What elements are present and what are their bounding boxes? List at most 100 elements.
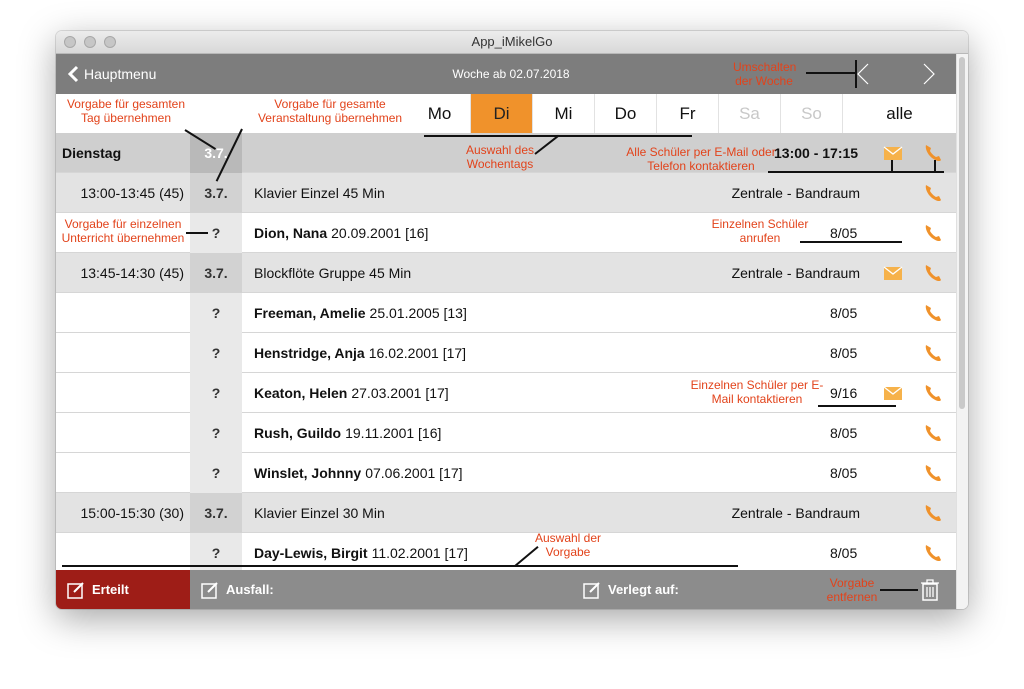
phone-icon <box>925 225 941 242</box>
student-details: 27.03.2001 [17] <box>351 385 449 401</box>
envelope-icon <box>883 146 903 160</box>
scrollbar-thumb[interactable] <box>959 57 965 409</box>
annotation-line <box>891 160 893 172</box>
phone-icon <box>925 545 941 562</box>
student-info: Freeman, Amelie 25.01.2005 [13] <box>254 293 467 333</box>
navigation-bar: Hauptmenu Woche ab 02.07.2018 <box>56 54 956 94</box>
event-default-button[interactable]: 3.7. <box>190 253 242 293</box>
lesson-default-button[interactable]: ? <box>190 413 242 453</box>
tab-alle[interactable]: alle <box>842 94 956 133</box>
student-row[interactable]: ? Day-Lewis, Birgit 11.02.2001 [17] 8/05 <box>56 533 956 573</box>
annotation-line <box>186 232 208 234</box>
lesson-default-button[interactable]: ? <box>190 533 242 573</box>
phone-icon <box>925 265 941 282</box>
annotation-auswahl-wochentag: Auswahl des Wochentags <box>465 143 535 171</box>
lesson-default-button[interactable]: ? <box>190 293 242 333</box>
phone-button[interactable] <box>922 462 944 484</box>
phone-button[interactable] <box>922 382 944 404</box>
lesson-time <box>56 333 190 373</box>
student-name: Dion, Nana <box>254 225 328 241</box>
student-row[interactable]: ? Winslet, Johnny 07.06.2001 [17] 8/05 <box>56 453 956 493</box>
student-name: Winslet, Johnny <box>254 465 362 481</box>
annotation-line <box>818 405 896 407</box>
erteilt-button[interactable]: Erteilt <box>56 570 190 609</box>
annotation-vorgabe-entfernen: Vorgabe entfernen <box>826 576 878 604</box>
phone-icon <box>925 345 941 362</box>
lesson-group-row[interactable]: 13:45-14:30 (45) 3.7. Blockflöte Gruppe 45… <box>56 253 956 293</box>
lesson-time <box>56 453 190 493</box>
trash-icon <box>921 579 939 601</box>
mail-button[interactable] <box>882 382 904 404</box>
envelope-icon <box>883 386 903 400</box>
back-button[interactable]: Hauptmenu <box>66 54 156 94</box>
tab-sa[interactable]: Sa <box>718 94 780 133</box>
student-value: 8/05 <box>830 225 858 241</box>
student-name: Rush, Guildo <box>254 425 342 441</box>
phone-icon <box>925 385 941 402</box>
annotation-vorgabe-tag: Vorgabe für gesamten Tag übernehmen <box>66 97 186 125</box>
chevron-right-icon <box>923 63 935 85</box>
tab-do[interactable]: Do <box>594 94 656 133</box>
annotation-vorgabe-einzeln: Vorgabe für einzelnen Unterricht überneh… <box>61 217 185 245</box>
lesson-group-row[interactable]: 13:00-13:45 (45) 3.7. Klavier Einzel 45 Mi… <box>56 173 956 213</box>
student-name: Day-Lewis, Birgit <box>254 545 368 561</box>
tab-fr[interactable]: Fr <box>656 94 718 133</box>
lesson-group-row[interactable]: 15:00-15:30 (30) 3.7. Klavier Einzel 30 Mi… <box>56 493 956 533</box>
phone-icon <box>925 465 941 482</box>
phone-button[interactable] <box>922 342 944 364</box>
lesson-default-button[interactable]: ? <box>190 333 242 373</box>
event-default-button[interactable]: 3.7. <box>190 493 242 533</box>
mail-button[interactable] <box>882 262 904 284</box>
student-value: 8/05 <box>830 425 858 441</box>
phone-icon <box>925 305 941 322</box>
ausfall-button[interactable]: Ausfall: <box>200 570 400 609</box>
window-title: App_iMikelGo <box>471 34 553 49</box>
student-row[interactable]: ? Freeman, Amelie 25.01.2005 [13] 8/05 <box>56 293 956 333</box>
student-info: Henstridge, Anja 16.02.2001 [17] <box>254 333 466 373</box>
lesson-location: Zentrale - Bandraum <box>731 265 860 281</box>
student-info: Rush, Guildo 19.11.2001 [16] <box>254 413 441 453</box>
mail-all-button[interactable] <box>882 142 904 164</box>
lesson-time: 13:00-13:45 (45) <box>80 185 184 201</box>
lesson-time <box>56 373 190 413</box>
annotation-alle-schueler: Alle Schüler per E-Mail oder Telefon kon… <box>626 145 776 173</box>
delete-button[interactable] <box>920 579 940 601</box>
phone-icon <box>925 185 941 202</box>
lesson-title: Klavier Einzel 30 Min <box>254 505 385 521</box>
annotation-line <box>806 72 856 74</box>
phone-button[interactable] <box>922 222 944 244</box>
lesson-time <box>56 293 190 333</box>
chevron-left-icon <box>67 65 79 83</box>
student-value: 9/16 <box>830 385 858 401</box>
next-week-button[interactable] <box>916 62 940 86</box>
tab-di[interactable]: Di <box>470 94 532 133</box>
phone-button[interactable] <box>922 262 944 284</box>
verlegt-button[interactable]: Verlegt auf: <box>582 570 782 609</box>
student-row[interactable]: ? Henstridge, Anja 16.02.2001 [17] 8/05 <box>56 333 956 373</box>
tab-so[interactable]: So <box>780 94 842 133</box>
phone-button[interactable] <box>922 542 944 564</box>
annotation-einzelnen-anrufen: Einzelnen Schüler anrufen <box>711 217 809 245</box>
lesson-title: Blockflöte Gruppe 45 Min <box>254 265 412 281</box>
phone-button[interactable] <box>922 182 944 204</box>
student-row[interactable]: ? Rush, Guildo 19.11.2001 [16] 8/05 <box>56 413 956 453</box>
phone-button[interactable] <box>922 502 944 524</box>
edit-icon <box>201 582 218 599</box>
annotation-line <box>855 60 857 88</box>
student-info: Winslet, Johnny 07.06.2001 [17] <box>254 453 463 493</box>
tab-mi[interactable]: Mi <box>532 94 594 133</box>
student-name: Keaton, Helen <box>254 385 348 401</box>
phone-button[interactable] <box>922 302 944 324</box>
annotation-vorgabe-veranstaltung: Vorgabe für gesamte Veranstaltung überne… <box>257 97 403 125</box>
tab-mo[interactable]: Mo <box>409 94 470 133</box>
titlebar: App_iMikelGo <box>56 31 968 54</box>
back-label: Hauptmenu <box>84 66 157 82</box>
student-name: Freeman, Amelie <box>254 305 366 321</box>
lesson-default-button[interactable]: ? <box>190 373 242 413</box>
lesson-default-button[interactable]: ? <box>190 453 242 493</box>
phone-all-button[interactable] <box>922 142 944 164</box>
lesson-time <box>56 533 190 573</box>
phone-button[interactable] <box>922 422 944 444</box>
week-label: Woche ab 02.07.2018 <box>452 67 570 81</box>
lesson-title: Klavier Einzel 45 Min <box>254 185 385 201</box>
